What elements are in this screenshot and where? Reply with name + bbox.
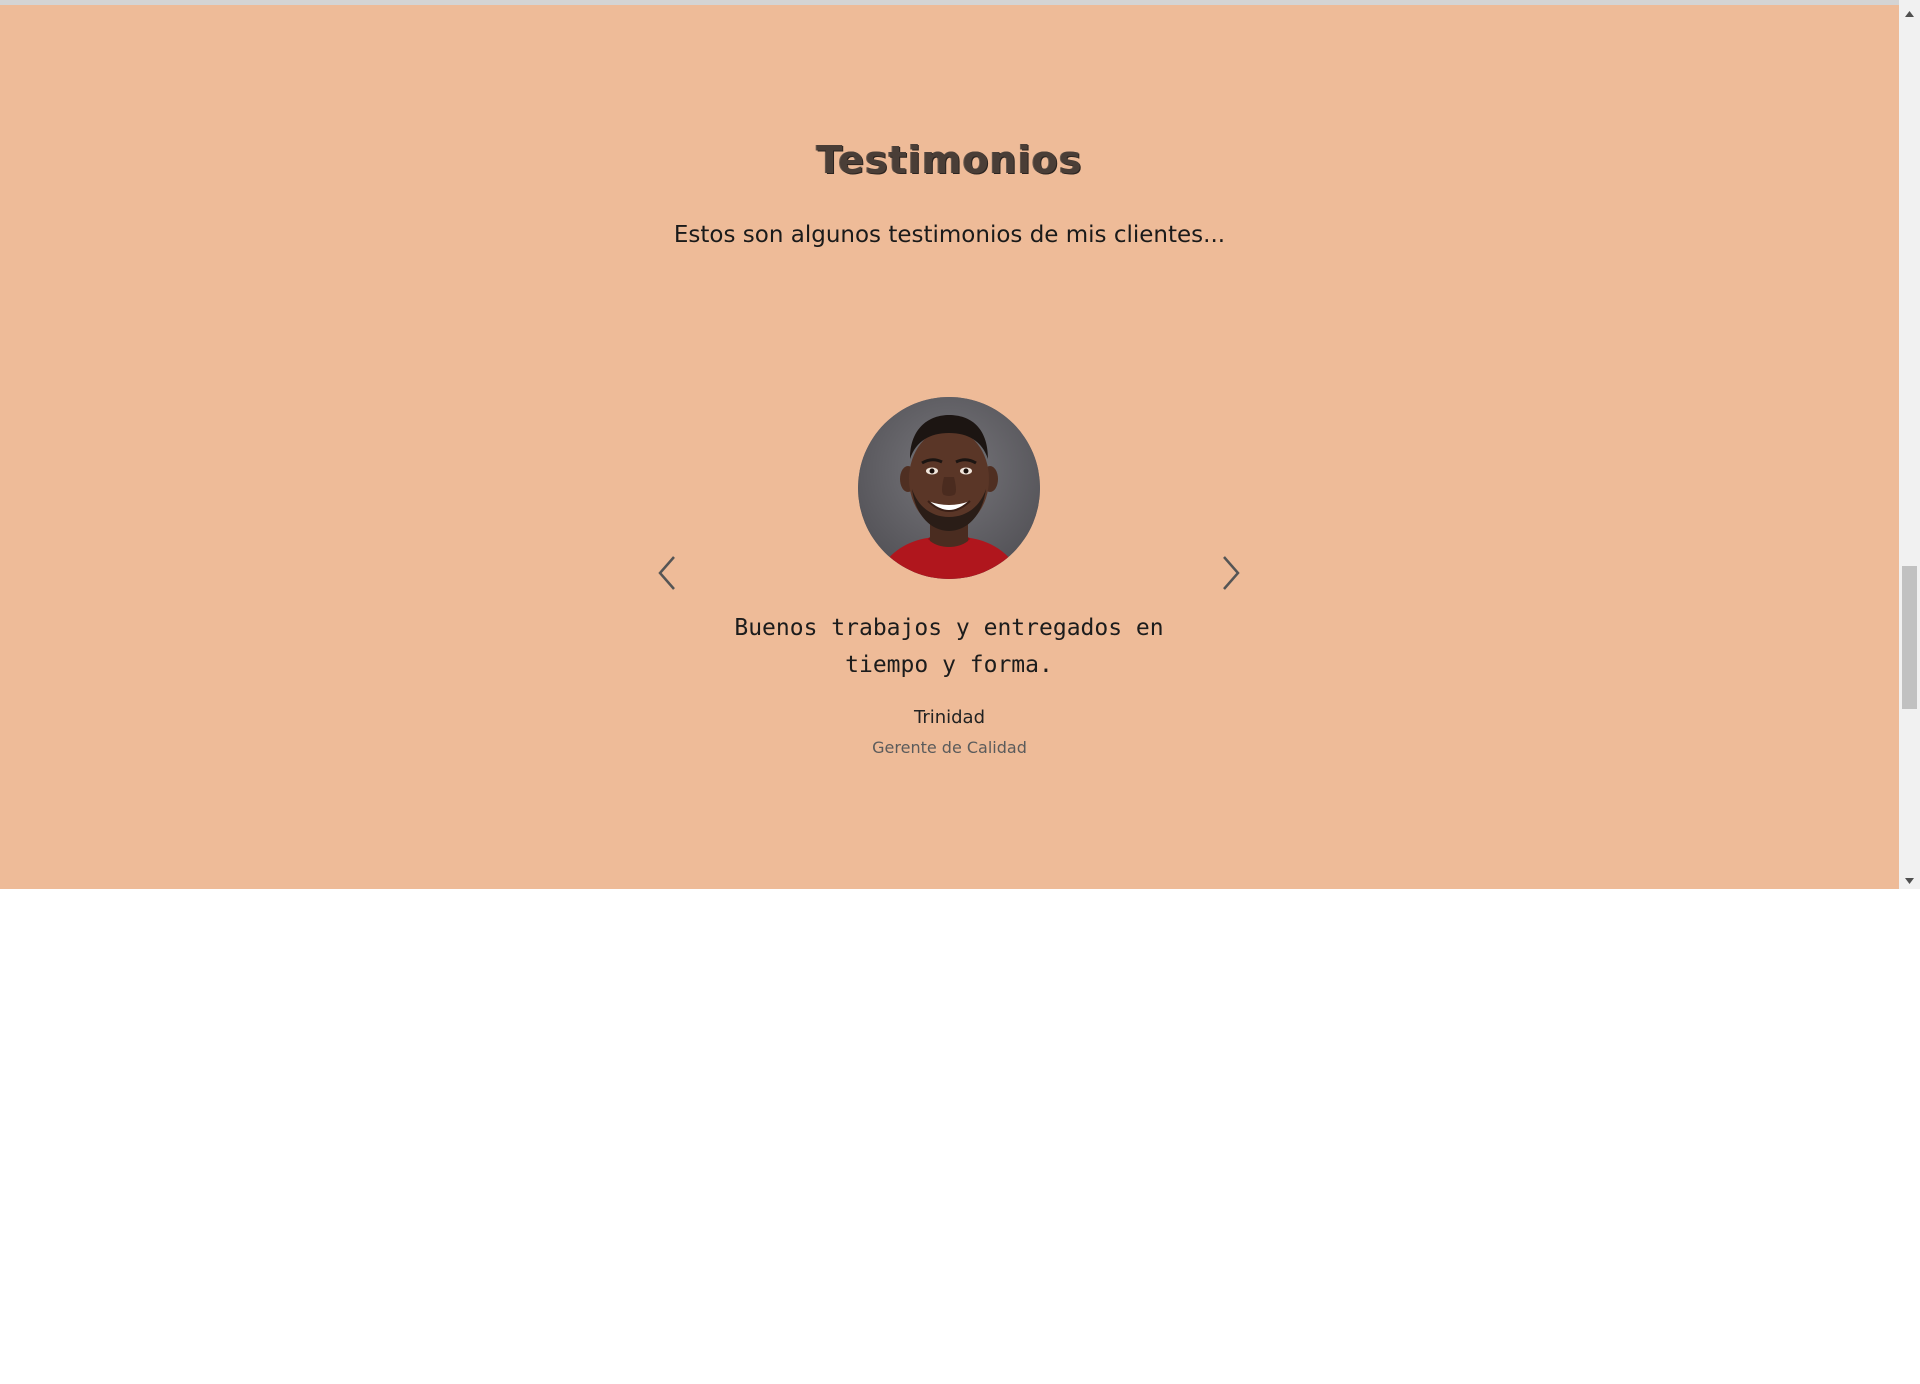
viewport: Testimonios Estos son algunos testimonio…	[0, 0, 1920, 889]
testimonial-avatar	[858, 397, 1040, 579]
person-photo-icon	[858, 397, 1040, 579]
triangle-down-icon	[1905, 877, 1914, 884]
section-subtitle: Estos son algunos testimonios de mis cli…	[673, 222, 1226, 248]
carousel-prev-button[interactable]	[652, 551, 682, 595]
scroll-down-arrow[interactable]	[1899, 872, 1920, 889]
triangle-up-icon	[1905, 10, 1914, 17]
scrollbar-thumb[interactable]	[1902, 566, 1917, 709]
carousel-next-button[interactable]	[1216, 551, 1246, 595]
chevron-left-icon	[658, 556, 675, 590]
testimonial-author-role: Gerente de Calidad	[872, 738, 1027, 757]
section-title: Testimonios	[816, 138, 1083, 182]
testimonials-section: Testimonios Estos son algunos testimonio…	[0, 5, 1899, 889]
testimonial-author-name: Trinidad	[913, 707, 986, 728]
scroll-up-arrow[interactable]	[1899, 5, 1920, 22]
vertical-scrollbar[interactable]	[1899, 0, 1920, 889]
testimonial-quote: Buenos trabajos y entregados en tiempo y…	[734, 615, 1164, 678]
chevron-right-icon	[1223, 556, 1240, 590]
